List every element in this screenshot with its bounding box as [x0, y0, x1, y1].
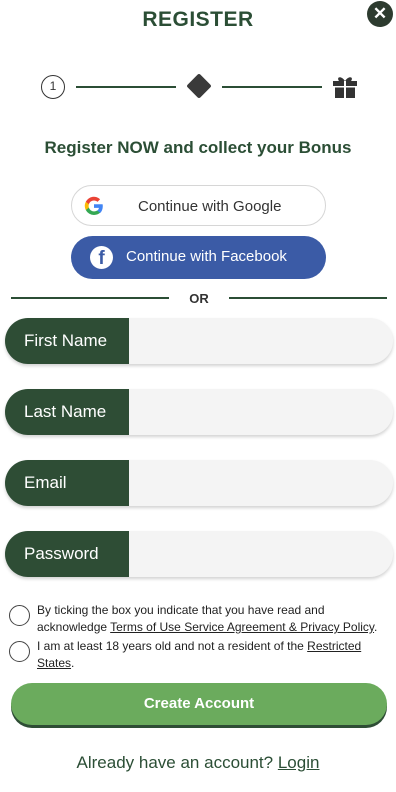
first-name-input[interactable] — [129, 318, 393, 364]
password-input[interactable] — [129, 531, 393, 577]
password-field: Password — [5, 531, 393, 577]
login-link[interactable]: Login — [278, 753, 320, 772]
google-signin-button[interactable]: Continue with Google — [71, 185, 326, 226]
or-divider: OR — [11, 289, 387, 307]
gift-icon — [333, 77, 357, 98]
age-suffix: . — [71, 656, 75, 670]
google-button-label: Continue with Google — [138, 198, 282, 215]
terms-text: By ticking the box you indicate that you… — [37, 602, 389, 636]
age-text: I am at least 18 years old and not a res… — [37, 638, 389, 672]
diamond-icon — [186, 73, 212, 99]
step-connector — [222, 86, 322, 88]
divider-line — [229, 297, 387, 299]
age-consent: I am at least 18 years old and not a res… — [9, 638, 396, 674]
page-title: REGISTER — [142, 8, 254, 31]
create-account-button[interactable]: Create Account — [11, 683, 387, 725]
age-checkbox[interactable] — [9, 641, 30, 662]
email-field: Email — [5, 460, 393, 506]
first-name-label: First Name — [5, 318, 129, 364]
close-icon[interactable]: ✕ — [367, 1, 393, 27]
password-label: Password — [5, 531, 129, 577]
terms-consent: By ticking the box you indicate that you… — [9, 602, 396, 638]
last-name-input[interactable] — [129, 389, 393, 435]
step-connector — [76, 86, 176, 88]
email-label: Email — [5, 460, 129, 506]
terms-checkbox[interactable] — [9, 605, 30, 626]
age-prefix: I am at least 18 years old and not a res… — [37, 639, 308, 653]
subtitle: Register NOW and collect your Bonus — [44, 138, 352, 157]
terms-suffix: . — [374, 620, 378, 634]
progress-stepper: 1 — [41, 73, 359, 101]
header: REGISTER ✕ — [0, 0, 396, 40]
login-prompt: Already have an account? Login — [0, 753, 396, 773]
facebook-signin-button[interactable]: f Continue with Facebook — [71, 236, 326, 279]
first-name-field: First Name — [5, 318, 393, 364]
email-input[interactable] — [129, 460, 393, 506]
last-name-label: Last Name — [5, 389, 129, 435]
last-name-field: Last Name — [5, 389, 393, 435]
login-prompt-text: Already have an account? — [76, 753, 278, 772]
terms-link[interactable]: Terms of Use Service Agreement & Privacy… — [110, 620, 374, 634]
google-icon — [84, 196, 103, 216]
step-1-indicator: 1 — [41, 75, 65, 99]
facebook-button-label: Continue with Facebook — [126, 248, 287, 265]
facebook-icon: f — [90, 246, 113, 269]
